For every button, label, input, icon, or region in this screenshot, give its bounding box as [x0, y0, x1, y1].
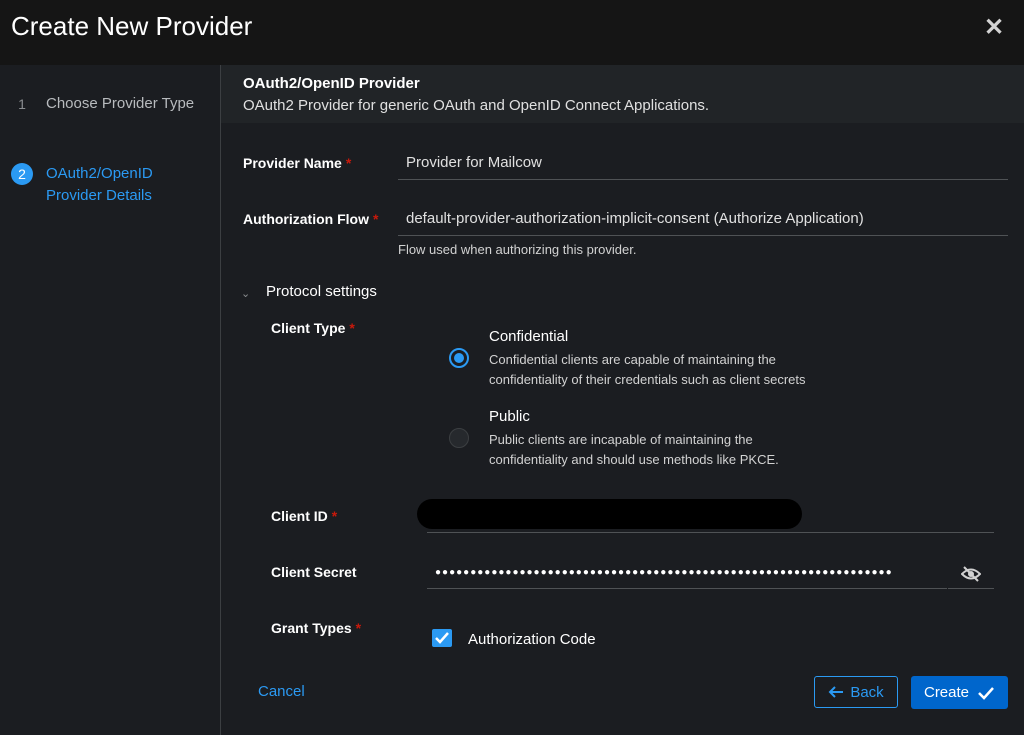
grant-types-label: Grant Types * — [271, 620, 361, 636]
required-marker: * — [345, 155, 352, 171]
confidential-description: Confidential clients are capable of main… — [489, 352, 806, 387]
client-secret-label: Client Secret — [271, 564, 357, 580]
modal-title: Create New Provider — [11, 11, 253, 41]
authorization-flow-select[interactable]: default-provider-authorization-implicit-… — [398, 208, 1008, 236]
label-text: Authorization Flow — [243, 211, 369, 227]
wizard-nav: 1 Choose Provider Type 2 OAuth2/OpenID P… — [0, 65, 221, 735]
redaction-overlay — [417, 499, 802, 529]
cancel-button[interactable]: Cancel — [258, 683, 305, 700]
public-title: Public — [489, 408, 530, 425]
public-radio[interactable] — [449, 428, 469, 448]
required-marker: * — [372, 211, 379, 227]
eye-slash-icon — [961, 565, 981, 582]
authorization-code-checkbox[interactable] — [432, 629, 452, 647]
required-marker: * — [349, 320, 355, 336]
client-secret-input[interactable]: ●●●●●●●●●●●●●●●●●●●●●●●●●●●●●●●●●●●●●●●●… — [427, 559, 947, 589]
required-marker: * — [331, 508, 338, 524]
authorization-flow-label: Authorization Flow * — [243, 211, 378, 227]
step-number: 2 — [11, 163, 33, 185]
back-button-label: Back — [850, 683, 884, 701]
label-text: Client Type — [271, 320, 346, 336]
authorization-flow-helper: Flow used when authorizing this provider… — [398, 242, 637, 257]
label-text: Provider Name — [243, 155, 342, 171]
protocol-settings-toggle[interactable]: Protocol settings — [266, 283, 377, 300]
chevron-down-icon[interactable]: ⌄ — [241, 287, 250, 300]
provider-name-input[interactable]: Provider for Mailcow — [398, 152, 1008, 180]
client-id-label: Client ID * — [271, 508, 337, 524]
create-button-label: Create — [923, 684, 970, 701]
arrow-left-icon — [828, 686, 844, 698]
check-icon — [435, 632, 449, 644]
close-icon[interactable]: ✕ — [982, 14, 1006, 42]
section-description: OAuth2 Provider for generic OAuth and Op… — [243, 97, 710, 114]
public-description: Public clients are incapable of maintain… — [489, 432, 779, 467]
back-button[interactable]: Back — [814, 676, 898, 708]
confidential-title: Confidential — [489, 328, 569, 345]
label-text: Grant Types — [271, 620, 352, 636]
step-label: OAuth2/OpenID Provider Details — [46, 165, 153, 204]
toggle-visibility-button[interactable] — [948, 559, 994, 589]
provider-name-label: Provider Name * — [243, 155, 351, 171]
client-type-label: Client Type * — [271, 320, 355, 336]
modal-header: Create New Provider ✕ — [0, 0, 1024, 65]
step-label: Choose Provider Type — [46, 95, 195, 112]
authorization-code-label: Authorization Code — [468, 631, 596, 648]
confidential-radio[interactable] — [449, 348, 469, 368]
create-button[interactable]: Create — [911, 676, 1008, 709]
check-icon — [978, 686, 994, 700]
wizard-body: OAuth2/OpenID Provider OAuth2 Provider f… — [221, 65, 1024, 735]
label-text: Client ID — [271, 508, 328, 524]
required-marker: * — [355, 620, 362, 636]
section-header: OAuth2/OpenID Provider OAuth2 Provider f… — [221, 65, 1024, 123]
step-number: 1 — [18, 96, 26, 112]
section-title: OAuth2/OpenID Provider — [243, 75, 420, 92]
